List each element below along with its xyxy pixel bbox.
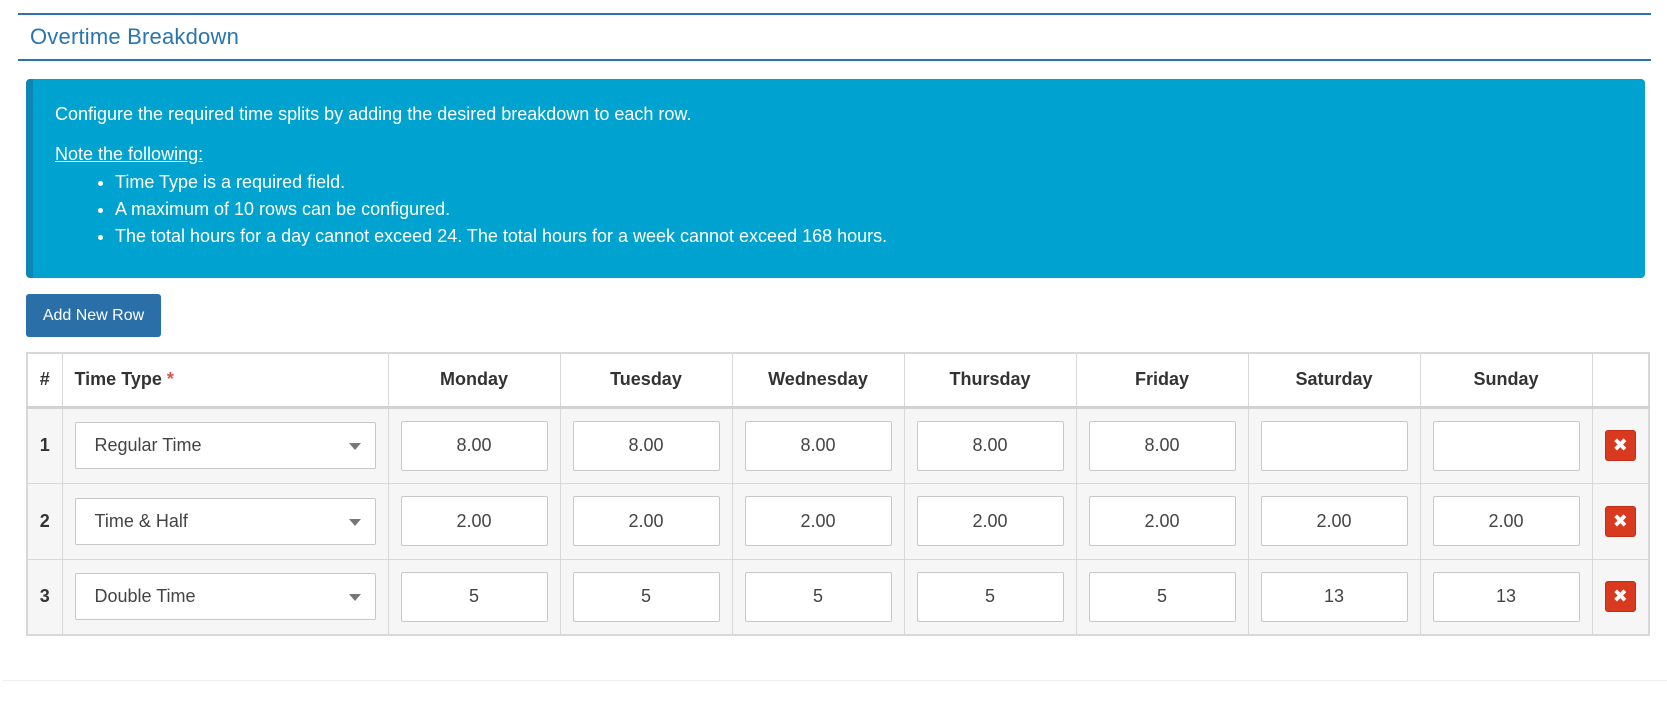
header-monday: Monday xyxy=(387,352,561,409)
tuesday-hours-input[interactable] xyxy=(572,496,720,546)
time-type-select[interactable]: Regular Time xyxy=(74,422,376,469)
table-header-row: # Time Type * Monday Tuesday Wednesday T… xyxy=(26,352,1650,409)
sunday-hours-input[interactable] xyxy=(1432,420,1580,471)
header-num: # xyxy=(26,352,63,409)
header-actions xyxy=(1591,352,1650,409)
overtime-breakdown-page: Overtime Breakdown Configure the require… xyxy=(0,0,1667,728)
close-icon: ✖ xyxy=(1612,435,1628,455)
thursday-hours-input[interactable] xyxy=(916,420,1064,471)
info-bullet: A maximum of 10 rows can be configured. xyxy=(115,196,1645,223)
table-row: 1 Regular Time ✖ xyxy=(26,406,1650,484)
panel-header: Overtime Breakdown xyxy=(18,13,1651,61)
saturday-hours-input[interactable] xyxy=(1260,571,1408,622)
chevron-down-icon xyxy=(348,594,361,602)
info-bullet: The total hours for a day cannot exceed … xyxy=(115,223,1645,250)
tuesday-hours-input[interactable] xyxy=(572,420,720,471)
add-new-row-button[interactable]: Add New Row xyxy=(26,294,161,337)
overtime-table: # Time Type * Monday Tuesday Wednesday T… xyxy=(26,352,1650,636)
monday-hours-input[interactable] xyxy=(400,571,548,622)
thursday-hours-input[interactable] xyxy=(916,496,1064,546)
table-row: 2 Time & Half ✖ xyxy=(26,482,1650,560)
time-type-select[interactable]: Double Time xyxy=(74,573,376,621)
header-friday: Friday xyxy=(1075,352,1249,409)
table-row: 3 Double Time ✖ xyxy=(26,558,1650,636)
row-number: 3 xyxy=(26,558,63,636)
time-type-value: Regular Time xyxy=(94,435,202,455)
overtime-grid: # Time Type * Monday Tuesday Wednesday T… xyxy=(26,352,1650,636)
header-tuesday: Tuesday xyxy=(559,352,733,409)
chevron-down-icon xyxy=(348,518,361,526)
chevron-down-icon xyxy=(348,443,361,450)
delete-row-button[interactable]: ✖ xyxy=(1604,581,1636,613)
friday-hours-input[interactable] xyxy=(1088,496,1236,546)
thursday-hours-input[interactable] xyxy=(916,571,1064,622)
info-intro-text: Configure the required time splits by ad… xyxy=(55,104,692,124)
header-saturday: Saturday xyxy=(1247,352,1421,409)
header-time-type: Time Type * xyxy=(61,352,389,409)
wednesday-hours-input[interactable] xyxy=(744,571,892,622)
header-time-type-label: Time Type xyxy=(74,369,162,390)
saturday-hours-input[interactable] xyxy=(1260,496,1408,546)
info-note-heading: Note the following: xyxy=(55,144,204,164)
delete-row-button[interactable]: ✖ xyxy=(1604,505,1636,537)
time-type-value: Double Time xyxy=(94,586,196,607)
close-icon: ✖ xyxy=(1612,510,1628,531)
monday-hours-input[interactable] xyxy=(400,496,548,546)
info-bullet-list: Time Type is a required field. A maximum… xyxy=(55,169,1645,250)
delete-row-button[interactable]: ✖ xyxy=(1604,430,1636,461)
info-callout: Configure the required time splits by ad… xyxy=(26,79,1645,278)
saturday-hours-input[interactable] xyxy=(1260,420,1408,471)
sunday-hours-input[interactable] xyxy=(1432,496,1580,546)
friday-hours-input[interactable] xyxy=(1088,420,1236,471)
header-sunday: Sunday xyxy=(1419,352,1593,409)
info-bullet: Time Type is a required field. xyxy=(115,169,1645,196)
friday-hours-input[interactable] xyxy=(1088,571,1236,622)
time-type-select[interactable]: Time & Half xyxy=(74,497,376,545)
required-marker: * xyxy=(166,369,174,390)
wednesday-hours-input[interactable] xyxy=(744,496,892,546)
header-wednesday: Wednesday xyxy=(731,352,905,409)
footer-divider xyxy=(3,680,1667,681)
close-icon: ✖ xyxy=(1612,586,1628,607)
panel-title: Overtime Breakdown xyxy=(30,24,240,49)
sunday-hours-input[interactable] xyxy=(1432,571,1580,622)
time-type-value: Time & Half xyxy=(94,510,188,531)
wednesday-hours-input[interactable] xyxy=(744,420,892,471)
tuesday-hours-input[interactable] xyxy=(572,571,720,622)
monday-hours-input[interactable] xyxy=(400,420,548,471)
row-number: 2 xyxy=(26,482,63,560)
header-thursday: Thursday xyxy=(903,352,1077,409)
row-number: 1 xyxy=(26,406,63,484)
